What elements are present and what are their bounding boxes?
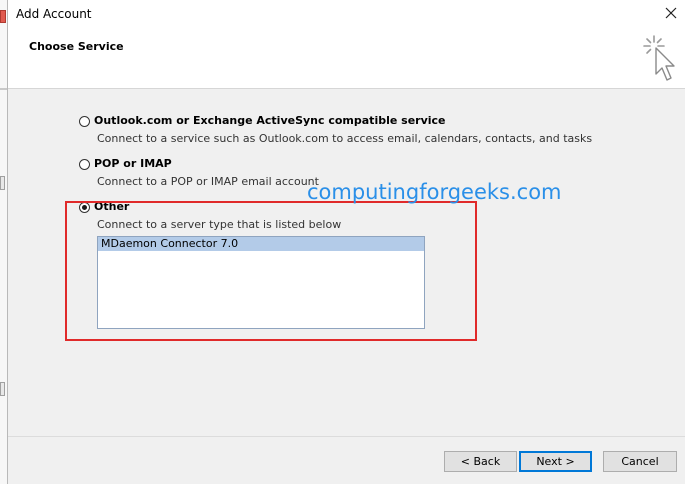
parent-close-fragment xyxy=(0,10,6,23)
page-subtitle: Choose Service xyxy=(29,40,124,53)
option-label: Outlook.com or Exchange ActiveSync compa… xyxy=(94,114,446,127)
footer-divider xyxy=(8,436,685,437)
parent-control-fragment xyxy=(0,382,5,396)
next-button[interactable]: Next > xyxy=(519,451,592,472)
close-icon xyxy=(665,7,677,19)
close-button[interactable] xyxy=(664,6,678,20)
option-description: Connect to a POP or IMAP email account xyxy=(97,175,319,188)
parent-divider xyxy=(0,88,7,90)
dialog-header: Add Account Choose Service xyxy=(8,0,685,89)
cursor-sparkle-icon xyxy=(643,35,675,81)
dialog-title: Add Account xyxy=(16,7,92,21)
add-account-dialog: Add Account Choose Service Outlook.com o… xyxy=(8,0,685,484)
radio-exchange-activesync[interactable] xyxy=(79,116,90,127)
watermark-text: computingforgeeks.com xyxy=(307,180,562,204)
radio-pop-imap[interactable] xyxy=(79,159,90,170)
parent-window-edge xyxy=(0,0,8,484)
parent-control-fragment xyxy=(0,176,5,190)
option-description: Connect to a service such as Outlook.com… xyxy=(97,132,593,145)
back-button[interactable]: < Back xyxy=(444,451,517,472)
annotation-highlight-box xyxy=(65,201,477,341)
cancel-button[interactable]: Cancel xyxy=(603,451,677,472)
option-label: POP or IMAP xyxy=(94,157,172,170)
